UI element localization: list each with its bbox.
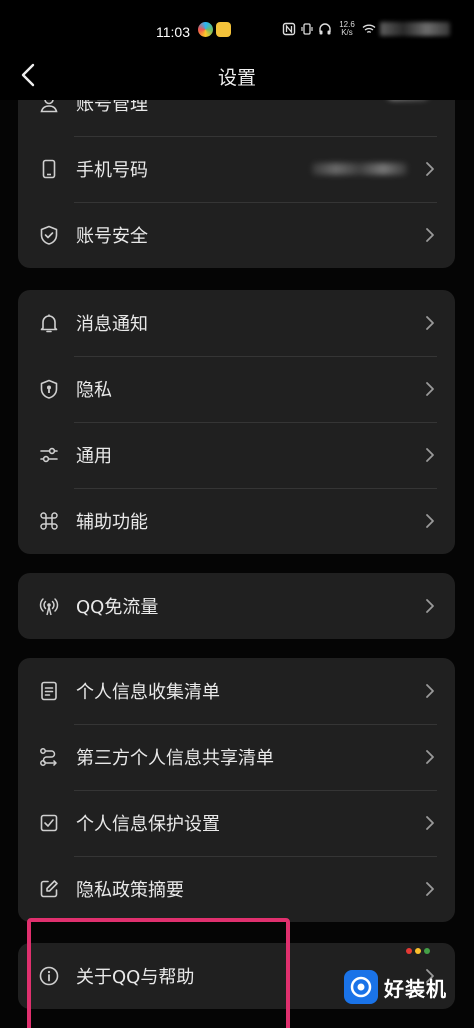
settings-item-accessibility[interactable]: 辅助功能	[18, 488, 455, 554]
watermark-text: 好装机	[384, 976, 447, 1001]
settings-item-phone-number[interactable]: 手机号码	[18, 136, 455, 202]
settings-item-label: 手机号码	[76, 160, 148, 181]
settings-item-label: 隐私	[76, 380, 112, 401]
settings-item-label: QQ免流量	[76, 597, 159, 618]
check-doc-icon	[38, 812, 60, 834]
status-time: 11:03	[156, 24, 190, 40]
chevron-right-icon	[425, 749, 435, 765]
page-title: 设置	[217, 67, 256, 89]
chevron-right-icon	[425, 815, 435, 831]
info-icon	[38, 965, 60, 987]
command-icon	[38, 510, 60, 532]
status-system-icons: 12.6 K/s	[282, 21, 450, 37]
chevron-right-icon	[425, 598, 435, 614]
settings-item-label: 关于QQ与帮助	[76, 967, 195, 988]
privacy-shield-icon	[38, 378, 60, 400]
phone-icon	[38, 158, 60, 180]
settings-item-notifications[interactable]: 消息通知	[18, 290, 455, 356]
shield-check-icon	[38, 224, 60, 246]
settings-item-label: 通用	[76, 446, 112, 467]
settings-item-label: 第三方个人信息共享清单	[76, 748, 274, 769]
settings-item-label: 个人信息收集清单	[76, 682, 220, 703]
chevron-right-icon	[425, 683, 435, 699]
watermark: 好装机	[344, 948, 447, 1004]
wifi-icon	[362, 24, 376, 33]
phone-number-value	[312, 163, 407, 175]
settings-item-account-management[interactable]: 账号管理	[18, 100, 455, 136]
signal-icon	[380, 22, 450, 36]
group-data: QQ免流量	[18, 573, 455, 639]
settings-item-privacy-policy-summary[interactable]: 隐私政策摘要	[18, 856, 455, 922]
group-account: 账号管理 手机号码 账号安全	[18, 100, 455, 268]
settings-item-label: 个人信息保护设置	[76, 814, 220, 835]
chevron-right-icon	[425, 161, 435, 177]
chevron-right-icon	[425, 881, 435, 897]
watermark-logo-icon	[344, 970, 378, 1004]
settings-item-label: 账号安全	[76, 226, 148, 247]
chevron-right-icon	[425, 227, 435, 243]
group-general: 消息通知 隐私 通用 辅助功能	[18, 290, 455, 554]
bell-icon	[38, 312, 60, 334]
settings-list[interactable]: 账号管理 手机号码 账号安全 消息通知 隐私 通用 辅助功能 QQ免流量 个人信…	[0, 100, 474, 1028]
settings-item-account-security[interactable]: 账号安全	[18, 202, 455, 268]
headphones-icon	[319, 23, 331, 35]
chevron-right-icon	[425, 447, 435, 463]
network-speed: 12.6 K/s	[339, 20, 355, 37]
settings-item-info-protection-settings[interactable]: 个人信息保护设置	[18, 790, 455, 856]
group-personal-info: 个人信息收集清单 第三方个人信息共享清单 个人信息保护设置 隐私政策摘要	[18, 658, 455, 922]
sliders-icon	[38, 444, 60, 466]
settings-item-label: 账号管理	[76, 100, 148, 115]
settings-item-third-party-sharing-list[interactable]: 第三方个人信息共享清单	[18, 724, 455, 790]
document-list-icon	[38, 680, 60, 702]
settings-item-qq-free-data[interactable]: QQ免流量	[18, 573, 455, 639]
share-flow-icon	[38, 746, 60, 768]
nfc-icon	[282, 22, 296, 36]
signal-tower-icon	[38, 595, 60, 617]
nav-bar: 设置	[0, 50, 474, 100]
settings-item-label: 辅助功能	[76, 512, 148, 533]
chevron-right-icon	[425, 513, 435, 529]
settings-item-info-collection-list[interactable]: 个人信息收集清单	[18, 658, 455, 724]
vibrate-icon	[301, 23, 313, 35]
chevron-right-icon	[425, 381, 435, 397]
status-app-icons	[198, 22, 231, 37]
colorful-app-icon	[198, 22, 213, 37]
edit-doc-icon	[38, 878, 60, 900]
chevron-right-icon	[425, 315, 435, 331]
settings-item-privacy[interactable]: 隐私	[18, 356, 455, 422]
settings-item-general[interactable]: 通用	[18, 422, 455, 488]
person-icon	[38, 100, 60, 114]
settings-item-label: 消息通知	[76, 314, 148, 335]
yellow-app-icon	[216, 22, 231, 37]
settings-item-label: 隐私政策摘要	[76, 880, 184, 901]
watermark-dots	[406, 948, 430, 954]
